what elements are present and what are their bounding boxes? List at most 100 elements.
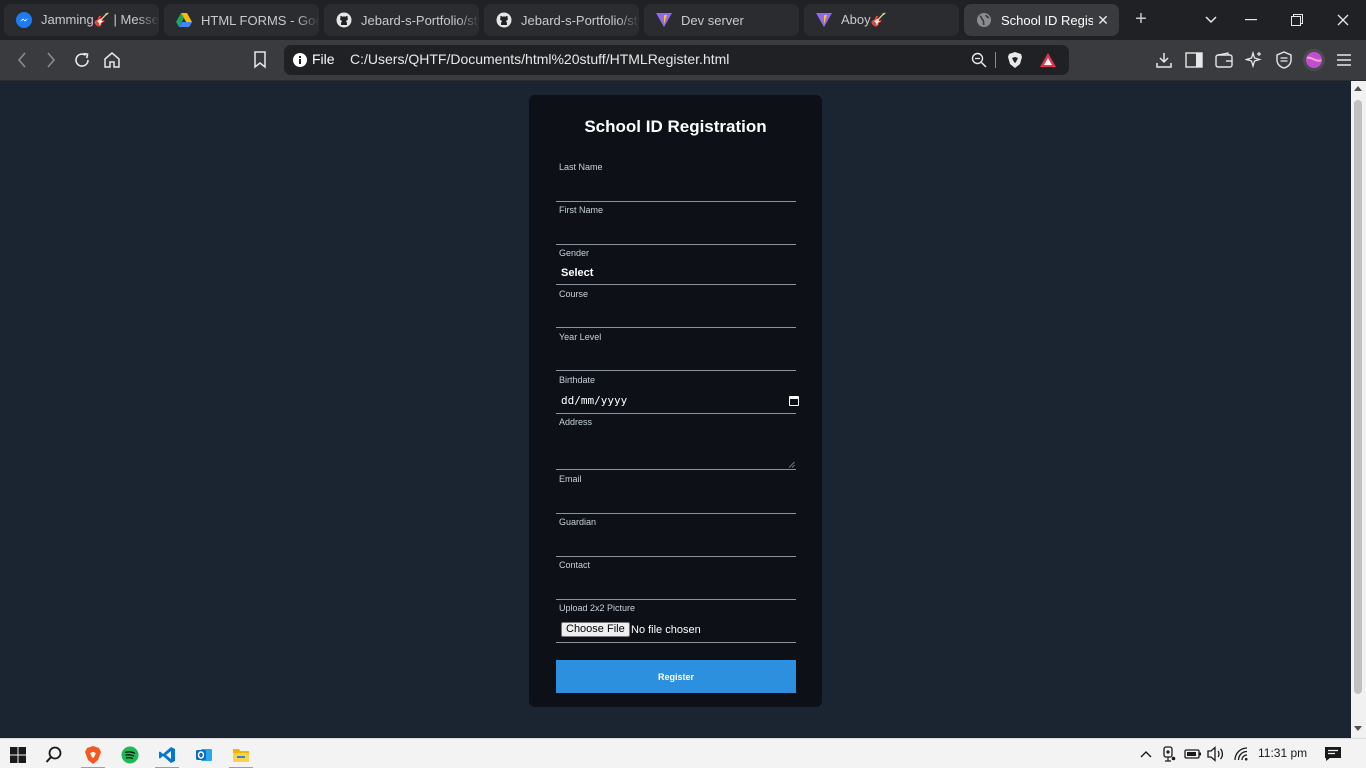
email-label: Email — [559, 474, 582, 484]
download-icon — [1156, 53, 1172, 68]
address-label: Address — [559, 417, 593, 427]
contact-input[interactable] — [556, 579, 796, 599]
menu-button[interactable] — [1333, 49, 1355, 71]
globe-icon — [976, 12, 992, 28]
hamburger-menu-icon — [1337, 54, 1351, 66]
scrollbar-thumb[interactable] — [1354, 100, 1362, 694]
profile-button[interactable] — [1303, 49, 1325, 71]
course-underline — [556, 327, 796, 328]
brave-icon — [85, 746, 101, 764]
home-icon — [104, 52, 120, 68]
scroll-up-arrow-icon[interactable] — [1354, 86, 1362, 91]
tab-dev-server[interactable]: Dev server — [644, 4, 799, 36]
vpn-shield-button[interactable] — [1273, 49, 1295, 71]
email-underline — [556, 513, 796, 514]
year-level-input[interactable] — [556, 350, 796, 370]
last-name-underline — [556, 201, 796, 202]
restore-icon — [1291, 14, 1303, 26]
wallet-icon — [1215, 52, 1233, 68]
sidebar-button[interactable] — [1183, 49, 1205, 71]
course-input[interactable] — [556, 307, 796, 327]
file-status-text: No file chosen — [631, 624, 701, 636]
choose-file-button[interactable]: Choose File — [561, 622, 630, 637]
avatar-icon — [1306, 52, 1322, 68]
wallet-button[interactable] — [1213, 49, 1235, 71]
taskbar-clock[interactable]: 11:31 pm — [1258, 746, 1307, 760]
leo-ai-button[interactable] — [1243, 49, 1265, 71]
tray-battery[interactable] — [1184, 745, 1202, 763]
new-tab-button[interactable]: + — [1128, 7, 1154, 33]
address-textarea[interactable] — [556, 433, 796, 470]
browser-tab-strip: Jamming🎸 | Messenger HTML FORMS - Google… — [0, 0, 1366, 40]
back-button[interactable] — [11, 49, 33, 71]
tab-messenger[interactable]: Jamming🎸 | Messenger — [4, 4, 159, 36]
home-button[interactable] — [101, 49, 123, 71]
github-icon — [496, 12, 512, 28]
forward-button[interactable] — [40, 49, 62, 71]
vscode-icon — [159, 747, 175, 763]
tray-camera-status[interactable] — [1160, 745, 1178, 763]
brave-rewards-icon[interactable] — [1039, 51, 1057, 69]
outlook-icon — [196, 749, 212, 761]
tab-github-portfolio-1[interactable]: Jebard-s-Portfolio/style — [324, 4, 479, 36]
gender-underline — [556, 284, 796, 285]
birthdate-input[interactable]: dd/mm/yyyy — [561, 394, 627, 407]
tray-volume[interactable] — [1207, 745, 1225, 763]
chevron-down-icon — [1205, 16, 1217, 24]
minimize-button[interactable] — [1228, 0, 1274, 40]
taskbar-outlook[interactable] — [187, 741, 221, 768]
close-window-button[interactable] — [1320, 0, 1366, 40]
vite-icon — [656, 12, 672, 28]
taskbar-vscode[interactable] — [150, 741, 184, 768]
form-title: School ID Registration — [584, 117, 767, 136]
calendar-icon[interactable] — [789, 396, 799, 406]
reload-button[interactable] — [71, 49, 93, 71]
taskbar-brave[interactable] — [76, 741, 110, 768]
zoom-icon[interactable] — [970, 51, 988, 69]
contact-label: Contact — [559, 560, 591, 570]
chevron-up-icon — [1140, 751, 1152, 758]
scroll-down-arrow-icon[interactable] — [1354, 726, 1362, 731]
url-text[interactable]: C:/Users/QHTF/Documents/html%20stuff/HTM… — [350, 51, 729, 67]
tab-close-icon[interactable]: ✕ — [1095, 12, 1111, 28]
file-explorer-icon — [233, 749, 249, 762]
restore-button[interactable] — [1274, 0, 1320, 40]
speaker-icon — [1207, 746, 1224, 762]
messenger-icon — [16, 12, 32, 28]
guardian-label: Guardian — [559, 517, 597, 527]
guardian-input[interactable] — [556, 536, 796, 556]
page-content: School ID Registration Last Name First N… — [0, 81, 1351, 738]
google-drive-icon — [176, 12, 192, 28]
register-button[interactable]: Register — [556, 660, 796, 693]
tab-school-id-registration[interactable]: School ID Registration ✕ — [964, 4, 1119, 36]
last-name-input[interactable] — [556, 181, 796, 201]
notification-center-button[interactable] — [1324, 745, 1342, 763]
downloads-button[interactable] — [1153, 49, 1175, 71]
gender-select[interactable]: Select — [561, 267, 593, 279]
year-level-underline — [556, 370, 796, 371]
tab-github-portfolio-2[interactable]: Jebard-s-Portfolio/style — [484, 4, 639, 36]
search-icon — [45, 746, 62, 763]
info-icon[interactable] — [292, 52, 308, 68]
forward-arrow-icon — [47, 52, 56, 68]
reload-icon — [75, 52, 89, 67]
email-input[interactable] — [556, 493, 796, 513]
resize-handle-icon[interactable] — [788, 461, 795, 468]
brave-shields-icon[interactable] — [1006, 51, 1024, 69]
course-label: Course — [559, 289, 589, 299]
address-bar[interactable]: File C:/Users/QHTF/Documents/html%20stuf… — [284, 45, 1069, 75]
taskbar-spotify[interactable] — [113, 741, 147, 768]
tab-google-drive[interactable]: HTML FORMS - Google Drive — [164, 4, 319, 36]
bookmark-icon — [254, 51, 266, 69]
windows-start-icon — [10, 747, 26, 763]
bookmark-button[interactable] — [249, 49, 271, 71]
scheme-label: File — [312, 51, 335, 67]
taskbar-file-explorer[interactable] — [224, 741, 258, 768]
taskbar-search-button[interactable] — [37, 741, 71, 768]
page-scrollbar[interactable] — [1351, 81, 1366, 738]
first-name-input[interactable] — [556, 224, 796, 244]
show-hidden-icons-button[interactable] — [1137, 745, 1155, 763]
tab-aboy[interactable]: Aboy🎸 — [804, 4, 959, 36]
windows-start-button[interactable] — [1, 741, 35, 768]
tray-wifi[interactable] — [1232, 745, 1250, 763]
